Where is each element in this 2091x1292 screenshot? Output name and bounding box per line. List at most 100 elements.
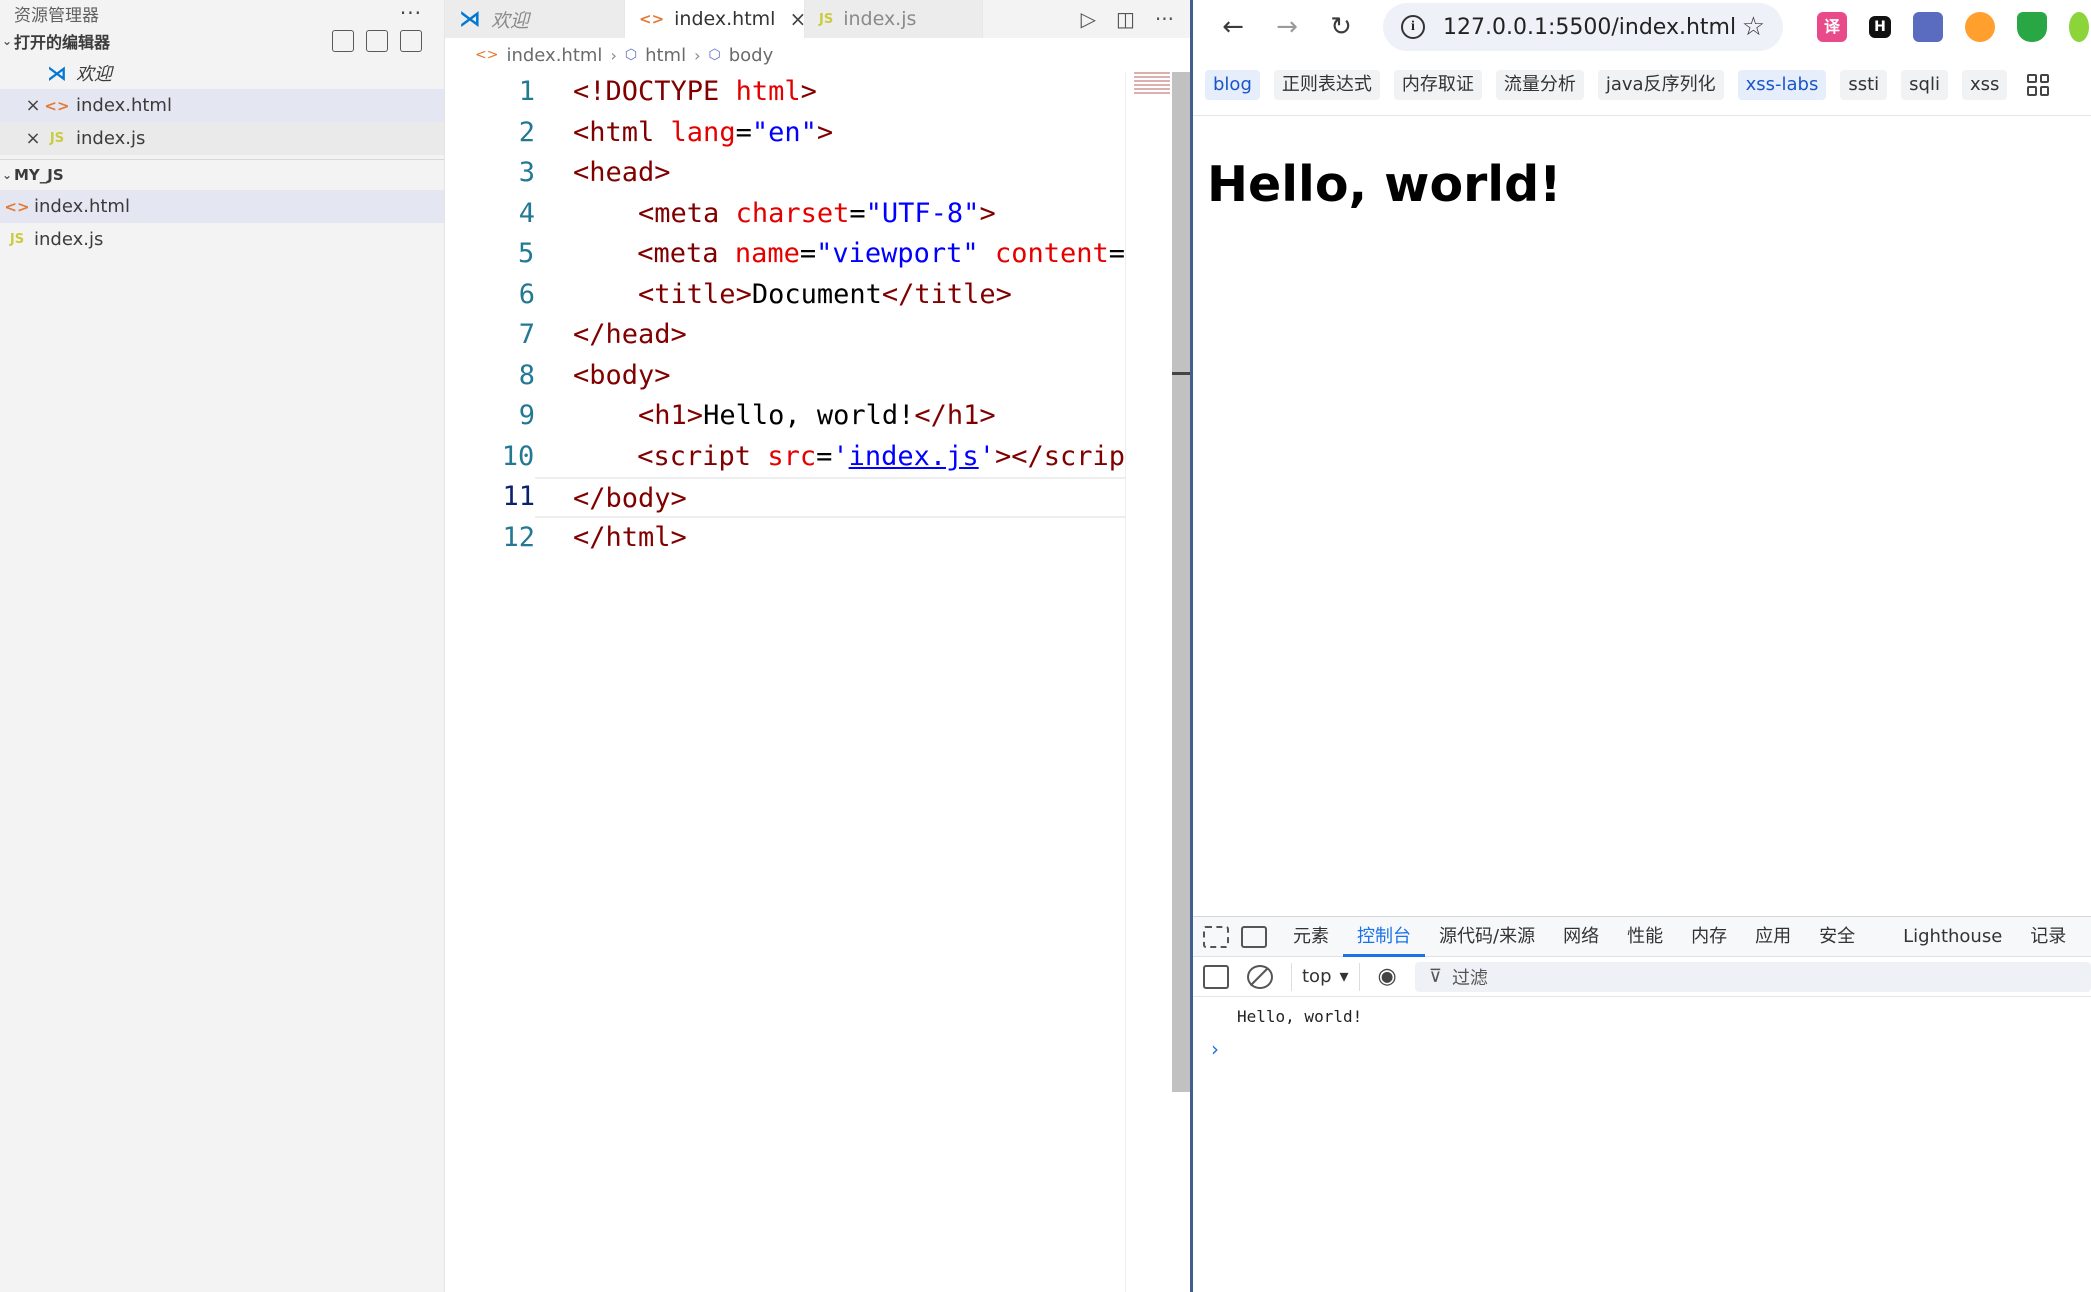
bookmark-item[interactable]: xss xyxy=(1961,69,2008,100)
line-number: 7 xyxy=(518,319,535,350)
context-selector[interactable]: top ▾ xyxy=(1291,962,1360,991)
tab-memory[interactable]: 内存 xyxy=(1677,917,1741,957)
colorful-extension-icon[interactable] xyxy=(1965,12,1995,42)
window-extension-icon[interactable] xyxy=(1913,12,1943,42)
inspect-element-icon[interactable] xyxy=(1203,925,1229,948)
close-all-icon[interactable] xyxy=(400,30,422,52)
code-text: </head> xyxy=(573,319,687,350)
explorer-header: 资源管理器 ··· xyxy=(0,0,444,26)
tab-welcome[interactable]: ⋊ 欢迎 xyxy=(445,0,625,38)
all-bookmarks-icon[interactable] xyxy=(2027,73,2050,96)
js-icon: JS xyxy=(49,131,65,146)
console-prompt[interactable]: › xyxy=(1193,1037,2091,1061)
save-all-icon[interactable] xyxy=(366,30,388,52)
open-editor-item-index-html[interactable]: × <> index.html xyxy=(0,89,444,122)
tab-lighthouse[interactable]: Lighthouse xyxy=(1889,917,2016,957)
minimap-preview xyxy=(1134,72,1170,96)
page-viewport: Hello, world! xyxy=(1193,116,2091,916)
bookmark-item[interactable]: blog xyxy=(1205,69,1260,100)
lime-extension-icon[interactable] xyxy=(2069,12,2089,42)
h-extension-icon[interactable]: H xyxy=(1869,16,1891,38)
bookmark-item[interactable]: sqli xyxy=(1901,69,1948,100)
code-line: 9 <h1>Hello, world!</h1> xyxy=(445,396,1125,437)
bookmark-item[interactable]: 正则表达式 xyxy=(1273,69,1380,100)
bookmark-item[interactable]: 流量分析 xyxy=(1495,69,1584,100)
code-editor: ⋊ 欢迎 <> index.html × JS index.js ▷ ◫ ···… xyxy=(445,0,1190,1292)
open-editor-item-welcome[interactable]: ⋊ 欢迎 xyxy=(0,56,444,89)
line-number: 5 xyxy=(517,238,535,269)
html-icon: <> xyxy=(639,10,665,28)
breadcrumb-item[interactable]: index.html xyxy=(506,45,602,66)
open-editors-header[interactable]: ⌄ 打开的编辑器 xyxy=(0,26,444,56)
close-icon[interactable]: × xyxy=(789,7,806,31)
tab-label: index.js xyxy=(843,8,917,30)
code-line: 5 <meta name="viewport" content= xyxy=(445,234,1125,275)
code-line: 7 </head> xyxy=(445,315,1125,356)
sidebar-toggle-icon[interactable] xyxy=(1203,964,1229,989)
line-number: 11 xyxy=(502,481,535,512)
new-untitled-file-icon[interactable] xyxy=(332,30,354,52)
open-editors-title: 打开的编辑器 xyxy=(14,33,111,52)
line-number: 12 xyxy=(502,521,535,553)
tab-performance[interactable]: 性能 xyxy=(1613,917,1677,957)
tab-application[interactable]: 应用 xyxy=(1741,917,1805,957)
bookmark-star-icon[interactable]: ☆ xyxy=(1742,12,1765,42)
tab-recorder[interactable]: 记录 xyxy=(2016,917,2080,957)
code-text: <script src='index.js'></scrip xyxy=(637,440,1125,472)
filter-input[interactable]: ⊽ 过滤 xyxy=(1414,961,2091,992)
file-item-index-js[interactable]: JS index.js xyxy=(0,223,444,256)
file-item-index-html[interactable]: <> index.html xyxy=(0,190,444,223)
tab-network[interactable]: 网络 xyxy=(1549,917,1613,957)
more-actions-icon[interactable]: ··· xyxy=(400,1,422,25)
close-icon[interactable]: × xyxy=(22,128,44,149)
open-editor-item-index-js[interactable]: × JS index.js xyxy=(0,122,444,155)
filter-icon: ⊽ xyxy=(1428,966,1442,987)
more-actions-icon[interactable]: ··· xyxy=(1155,7,1174,31)
back-icon[interactable]: ← xyxy=(1213,12,1253,42)
page-heading: Hello, world! xyxy=(1207,156,1562,213)
tab-security[interactable]: 安全 xyxy=(1805,917,1869,957)
clear-console-icon[interactable] xyxy=(1247,964,1273,989)
reload-icon[interactable]: ↻ xyxy=(1321,12,1361,42)
tab-index-js[interactable]: JS index.js xyxy=(805,0,983,38)
breadcrumb-item[interactable]: body xyxy=(729,45,774,66)
close-icon[interactable]: × xyxy=(22,95,44,116)
forward-icon[interactable]: → xyxy=(1267,12,1307,42)
tab-index-html[interactable]: <> index.html × xyxy=(625,0,806,38)
address-bar[interactable]: i 127.0.0.1:5500/index.html ☆ xyxy=(1383,3,1783,51)
device-toolbar-icon[interactable] xyxy=(1241,925,1267,948)
minimap[interactable] xyxy=(1125,72,1175,1292)
bookmark-item[interactable]: xss-labs xyxy=(1737,69,1827,100)
line-number: 9 xyxy=(518,400,535,431)
explorer-title: 资源管理器 xyxy=(14,5,99,26)
translate-extension-icon[interactable]: 译 xyxy=(1817,12,1847,42)
vertical-scrollbar[interactable] xyxy=(1172,72,1190,1092)
tab-elements[interactable]: 元素 xyxy=(1279,917,1343,957)
js-icon: JS xyxy=(9,232,25,247)
html-icon: <> xyxy=(44,96,70,115)
tab-console[interactable]: 控制台 xyxy=(1343,917,1425,957)
bookmark-item[interactable]: ssti xyxy=(1840,69,1888,100)
folder-header[interactable]: ⌄ MY_JS xyxy=(0,160,444,190)
tab-sources[interactable]: 源代码/来源 xyxy=(1425,917,1549,957)
element-icon: ⬡ xyxy=(708,47,721,63)
code-text: <meta name="viewport" content= xyxy=(637,238,1125,269)
shield-extension-icon[interactable] xyxy=(2017,12,2047,42)
file-label: index.js xyxy=(34,229,104,250)
explorer-sidebar: 资源管理器 ··· ⌄ 打开的编辑器 ⋊ 欢迎 × <> index.html … xyxy=(0,0,445,1292)
split-editor-icon[interactable]: ◫ xyxy=(1116,7,1135,31)
code-area[interactable]: 1 <!DOCTYPE html> 2 <html lang="en"> 3 <hea… xyxy=(445,72,1125,1292)
vscode-icon: ⋊ xyxy=(47,60,67,85)
bookmark-item[interactable]: java反序列化 xyxy=(1597,69,1724,100)
run-icon[interactable]: ▷ xyxy=(1081,7,1096,31)
line-number: 1 xyxy=(518,76,535,107)
code-line: 4 <meta charset="UTF-8"> xyxy=(445,194,1125,235)
bookmark-item[interactable]: 内存取证 xyxy=(1393,69,1482,100)
code-line: 8 <body> xyxy=(445,356,1125,397)
html-icon: <> xyxy=(475,47,499,63)
chevron-right-icon: › xyxy=(610,45,617,65)
vscode-icon: ⋊ xyxy=(459,6,481,32)
eye-icon[interactable]: ◉ xyxy=(1378,964,1397,989)
site-info-icon[interactable]: i xyxy=(1401,15,1425,39)
breadcrumb-item[interactable]: html xyxy=(645,45,686,66)
